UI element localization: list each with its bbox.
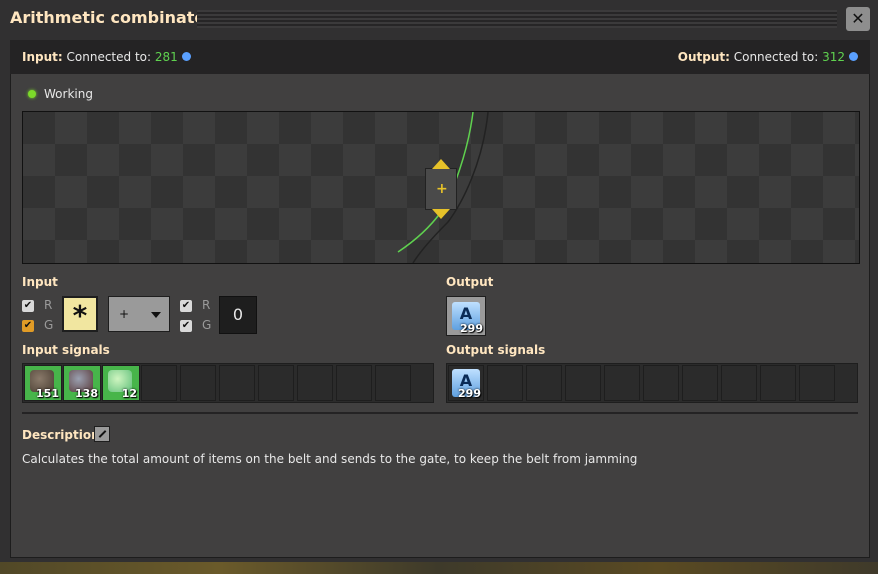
empty-slot <box>760 365 796 401</box>
status-indicator: Working <box>28 87 93 101</box>
input-signal-slot[interactable]: 138 <box>63 365 101 401</box>
entity-preview[interactable]: + <box>22 111 860 264</box>
empty-slot <box>141 365 177 401</box>
input-connection-text: Connected to: <box>66 50 152 64</box>
input-signal-count: 151 <box>36 387 59 400</box>
output-section-label: Output <box>446 275 494 289</box>
constant-input[interactable]: 0 <box>219 296 257 334</box>
content-panel: Input: Connected to: 281 Output: Connect… <box>10 40 870 558</box>
close-button[interactable]: ✕ <box>846 7 870 31</box>
input-signal-count: 12 <box>121 387 137 400</box>
status-text: Working <box>44 87 93 101</box>
input-signal-count: 138 <box>75 387 98 400</box>
output-connection-value: 312 <box>822 50 845 64</box>
drag-handle[interactable] <box>197 10 837 28</box>
output-connection-label: Output: <box>677 50 730 64</box>
left-signal-button[interactable]: * <box>62 296 98 332</box>
right-r-checkbox[interactable]: ✔ <box>180 300 192 312</box>
empty-slot <box>604 365 640 401</box>
chevron-down-icon <box>151 312 161 318</box>
input-connection-value: 281 <box>154 50 178 64</box>
empty-slot <box>297 365 333 401</box>
right-r-label: R <box>202 298 211 312</box>
description-label: Description <box>22 428 100 442</box>
close-icon: ✕ <box>851 9 865 28</box>
empty-slot <box>180 365 216 401</box>
edit-description-icon[interactable] <box>94 426 110 442</box>
asterisk-icon: * <box>72 299 88 332</box>
input-signal-slot[interactable]: 12 <box>102 365 140 401</box>
description-text: Calculates the total amount of items on … <box>22 452 638 466</box>
empty-slot <box>487 365 523 401</box>
output-signal-count: 299 <box>460 322 483 335</box>
connection-bar: Input: Connected to: 281 Output: Connect… <box>10 40 870 74</box>
title-bar[interactable]: Arithmetic combinator ✕ <box>0 0 878 38</box>
left-r-label: R <box>44 298 53 312</box>
right-g-checkbox[interactable]: ✔ <box>180 320 192 332</box>
empty-slot <box>375 365 411 401</box>
input-signal-slot[interactable]: 151 <box>24 365 62 401</box>
empty-slot <box>682 365 718 401</box>
divider <box>22 412 858 414</box>
operation-value: + <box>119 307 130 321</box>
info-icon[interactable] <box>849 52 858 61</box>
empty-slot <box>799 365 835 401</box>
empty-slot <box>565 365 601 401</box>
output-connection-text: Connected to: <box>733 50 819 64</box>
empty-slot <box>336 365 372 401</box>
right-g-label: G <box>202 318 212 332</box>
status-dot-icon <box>28 90 36 98</box>
output-signals-label: Output signals <box>446 343 546 357</box>
left-g-checkbox[interactable]: ✔ <box>22 320 34 332</box>
left-g-label: G <box>44 318 54 332</box>
output-signal-slot[interactable]: A 299 <box>448 365 484 401</box>
arithmetic-combinator-icon: + <box>425 159 457 219</box>
input-signals-label: Input signals <box>22 343 110 357</box>
left-r-checkbox[interactable]: ✔ <box>22 300 34 312</box>
empty-slot <box>258 365 294 401</box>
empty-slot <box>526 365 562 401</box>
input-section-label: Input <box>22 275 58 289</box>
empty-slot <box>721 365 757 401</box>
background-strip <box>0 562 878 574</box>
empty-slot <box>643 365 679 401</box>
empty-slot <box>219 365 255 401</box>
operation-dropdown[interactable]: + <box>108 296 170 332</box>
output-signal-button[interactable]: A 299 <box>446 296 486 336</box>
input-connection-label: Input: <box>22 50 63 64</box>
combinator-window: Arithmetic combinator ✕ Input: Connected… <box>0 0 878 574</box>
window-title: Arithmetic combinator <box>10 8 214 27</box>
info-icon[interactable] <box>181 52 191 61</box>
output-signal-count: 299 <box>458 387 481 400</box>
